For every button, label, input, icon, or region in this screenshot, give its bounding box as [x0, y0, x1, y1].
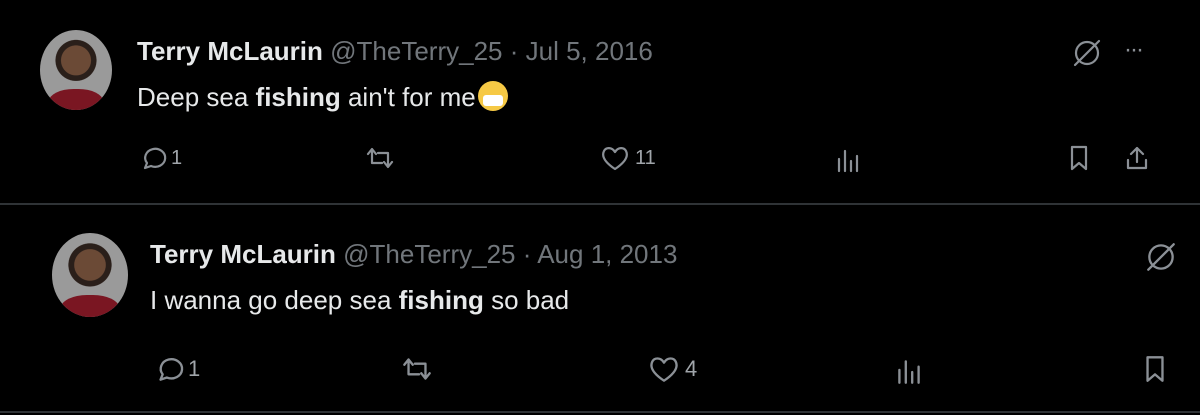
like-count: 11 — [635, 146, 656, 169]
author-name[interactable]: Terry McLaurin — [150, 239, 336, 269]
tweet-text: Deep sea fishing ain't for me — [137, 81, 508, 112]
author-name[interactable]: Terry McLaurin — [137, 36, 323, 66]
bookmark-button[interactable] — [1139, 353, 1171, 385]
search-highlight: fishing — [255, 82, 341, 112]
retweet-button[interactable] — [399, 353, 439, 385]
tweet-date[interactable]: Jul 5, 2016 — [526, 36, 653, 66]
bookmark-button[interactable] — [1064, 143, 1094, 173]
views-button[interactable] — [893, 355, 925, 387]
tweet-text-end: ain't for me — [340, 82, 476, 112]
grok-icon[interactable] — [1143, 239, 1179, 275]
avatar[interactable] — [40, 30, 112, 110]
author-handle[interactable]: @TheTerry_25 — [343, 239, 515, 269]
reply-count: 1 — [171, 146, 183, 169]
tweet-text-end: so bad — [483, 285, 570, 315]
separator: · — [522, 239, 532, 269]
more-options-button[interactable]: ··· — [1124, 36, 1144, 64]
tweet-2[interactable]: Terry McLaurin @TheTerry_25 · Aug 1, 201… — [0, 205, 1200, 410]
more-icon: ··· — [1124, 36, 1144, 63]
search-highlight: fishing — [398, 285, 484, 315]
face-with-medical-mask-icon — [477, 81, 508, 111]
tweet-text: I wanna go deep sea fishing so bad — [150, 285, 569, 315]
tweet-text-start: Deep sea — [137, 82, 256, 112]
tweet-header: Terry McLaurin @TheTerry_25 · Jul 5, 201… — [137, 36, 653, 66]
views-button[interactable] — [833, 145, 863, 175]
share-button[interactable] — [1122, 143, 1152, 173]
tweet-header: Terry McLaurin @TheTerry_25 · Aug 1, 201… — [150, 239, 677, 269]
reply-button[interactable]: 1 — [137, 143, 182, 173]
reply-count: 1 — [188, 356, 201, 381]
tweet-divider — [0, 411, 1200, 413]
like-button[interactable]: 11 — [599, 143, 656, 173]
avatar[interactable] — [52, 233, 128, 317]
tweet-1[interactable]: Terry McLaurin @TheTerry_25 · Jul 5, 201… — [0, 0, 1200, 200]
author-handle[interactable]: @TheTerry_25 — [330, 36, 502, 66]
reply-button[interactable]: 1 — [152, 353, 200, 385]
like-button[interactable]: 4 — [647, 353, 697, 385]
tweet-text-start: I wanna go deep sea — [150, 285, 399, 315]
separator: · — [509, 36, 519, 66]
tweet-date[interactable]: Aug 1, 2013 — [537, 239, 677, 269]
retweet-button[interactable] — [363, 143, 401, 173]
grok-icon[interactable] — [1070, 36, 1104, 70]
like-count: 4 — [685, 356, 698, 381]
